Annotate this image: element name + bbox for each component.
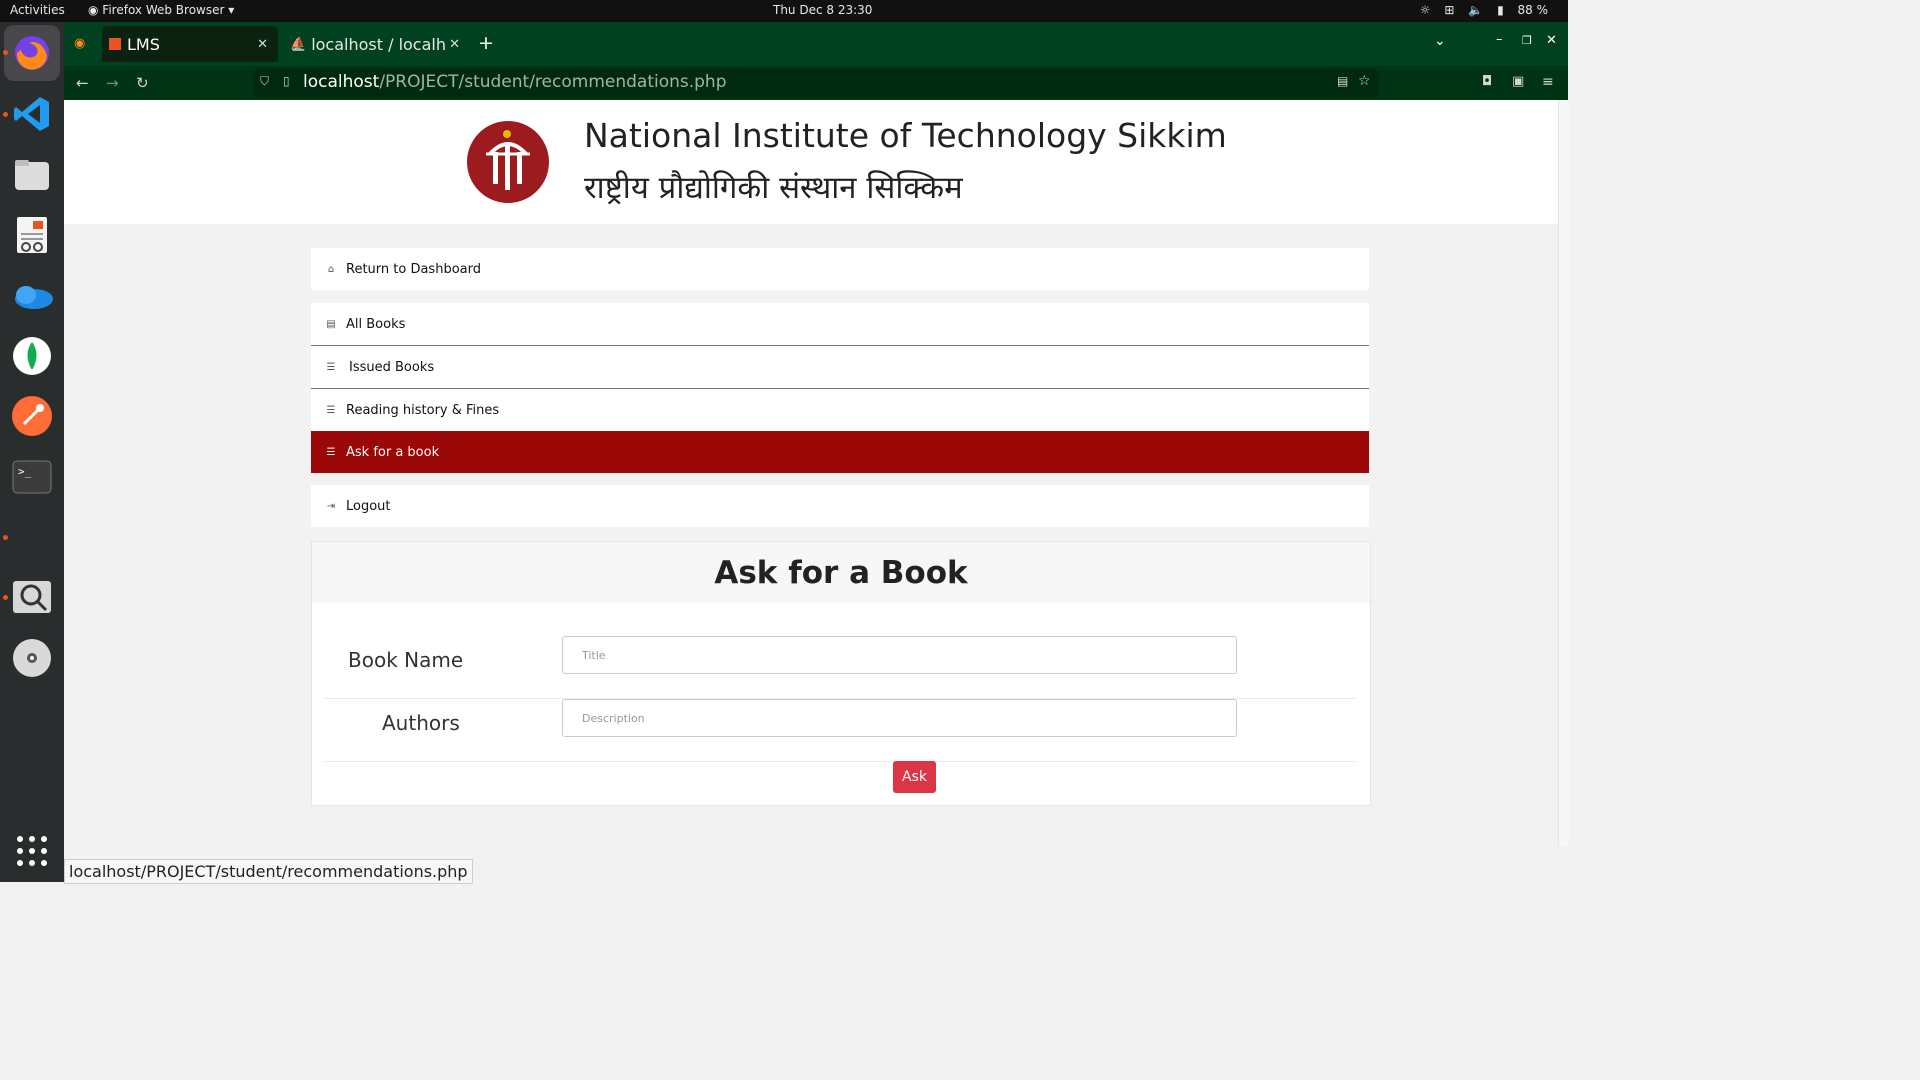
all-books-link[interactable]: ▤ All Books [311,303,1369,345]
tab-localhost[interactable]: ⛵ localhost / localho ✕ [290,26,460,62]
restore-icon[interactable]: ❐ [1522,34,1532,47]
bookmark-star-icon[interactable]: ☆ [1358,73,1371,89]
ask-button[interactable]: Ask [893,761,936,793]
phpmyadmin-favicon-icon: ⛵ [290,36,307,52]
network-icon: ⊞ [1444,3,1455,17]
book-name-input[interactable]: Title [562,636,1237,674]
reading-history-link[interactable]: ☰ Reading history & Fines [311,388,1369,431]
institute-name-english: National Institute of Technology Sikkim [584,116,1227,155]
reader-view-icon[interactable]: ▤ [1337,74,1348,88]
forward-icon[interactable]: → [106,74,119,92]
book-icon: ▤ [326,318,336,330]
link-status-bar: localhost/PROJECT/student/recommendation… [64,859,473,884]
list-icon: ☰ [326,446,336,458]
system-tray[interactable]: ☼ ⊞ 🔈 ▮ 88 % [1410,3,1548,17]
document-viewer-icon[interactable] [9,212,55,258]
close-window-icon[interactable]: ✕ [1546,33,1557,48]
files-icon[interactable] [9,152,55,198]
pocket-icon[interactable]: ◘ [1482,74,1492,89]
page-content: National Institute of Technology Sikkim … [64,100,1558,846]
list-tabs-icon[interactable]: ⌄ [1434,33,1446,49]
system-top-bar: Activities ◉ Firefox Web Browser ▾ Thu D… [0,0,1568,22]
institute-name-hindi: राष्ट्रीय प्रौद्योगिकी संस्थान सिक्किम [584,170,963,206]
form-heading: Ask for a Book [312,542,1370,603]
navigation-toolbar: ← → ↻ ⛉ ▯ localhost/PROJECT/student/reco… [64,66,1568,100]
ask-for-book-link[interactable]: ☰ Ask for a book [311,431,1369,473]
battery-level: 88 % [1517,3,1549,17]
url-text[interactable]: localhost/PROJECT/student/recommendation… [303,72,727,92]
book-name-label: Book Name [348,648,464,672]
battery-icon: ▮ [1497,3,1504,17]
shield-icon[interactable]: ⛉ [260,74,269,89]
tab-lms[interactable]: LMS ✕ [102,26,278,62]
svg-text:>_: >_ [18,465,32,478]
nit-sikkim-logo [467,121,549,203]
menu-dashboard: ⌂ Return to Dashboard [311,248,1369,290]
terminal-icon[interactable]: >_ [9,454,55,500]
minimize-icon[interactable]: – [1496,32,1503,47]
ask-book-form-card: Ask for a Book Book Name Title Authors D… [311,541,1371,806]
clock[interactable]: Thu Dec 8 23:30 [773,3,872,17]
book-name-row: Book Name Title [324,636,1356,699]
firefox-icon[interactable] [4,25,60,81]
firefox-small-icon: ◉ [88,3,103,17]
authors-row: Authors Description [324,699,1356,762]
app-menu[interactable]: ◉ Firefox Web Browser ▾ [88,3,234,17]
volume-icon: 🔈 [1468,3,1484,17]
close-tab-icon[interactable]: ✕ [257,37,268,52]
app-menu-icon[interactable]: ≡ [1542,74,1554,90]
url-bar[interactable]: ⛉ ▯ localhost/PROJECT/student/recommenda… [254,69,1378,97]
activities-button[interactable]: Activities [10,3,65,17]
image-viewer-icon[interactable] [9,574,55,620]
logout-icon: ⇥ [326,500,336,512]
logout-link[interactable]: ⇥ Logout [311,485,1369,527]
xampp-favicon-icon [109,38,121,50]
onedrive-icon[interactable] [9,273,55,319]
close-tab-icon[interactable]: ✕ [449,37,460,52]
page-scrollbar[interactable] [1558,100,1569,846]
tab-bar: ◉ LMS ✕ ⛵ localhost / localho ✕ + ⌄ – ❐ … [64,22,1568,66]
show-apps-icon[interactable] [9,828,55,874]
list-icon: ☰ [326,361,336,373]
site-header: National Institute of Technology Sikkim … [64,100,1558,224]
menu-logout: ⇥ Logout [311,485,1369,527]
back-icon[interactable]: ← [76,74,89,92]
return-to-dashboard-link[interactable]: ⌂ Return to Dashboard [311,248,1369,290]
firefox-view-icon[interactable]: ◉ [74,36,85,51]
dock: >_ [0,22,64,882]
vscode-icon[interactable] [9,91,55,137]
home-icon: ⌂ [327,263,335,275]
history-list-icon: ☰ [326,404,336,416]
authors-input[interactable]: Description [562,699,1237,737]
menu-library: ▤ All Books ☰ Issued Books ☰ Reading his… [311,303,1369,473]
authors-label: Authors [382,711,460,735]
new-tab-icon[interactable]: + [478,32,494,54]
account-icon[interactable]: ▣ [1512,74,1524,89]
issued-books-link[interactable]: ☰ Issued Books [311,345,1369,388]
disc-icon[interactable] [9,635,55,681]
brightness-icon: ☼ [1419,3,1431,17]
reload-icon[interactable]: ↻ [136,74,149,92]
page-info-icon[interactable]: ▯ [283,74,290,88]
mongodb-compass-icon[interactable] [9,333,55,379]
postman-icon[interactable] [9,393,55,439]
